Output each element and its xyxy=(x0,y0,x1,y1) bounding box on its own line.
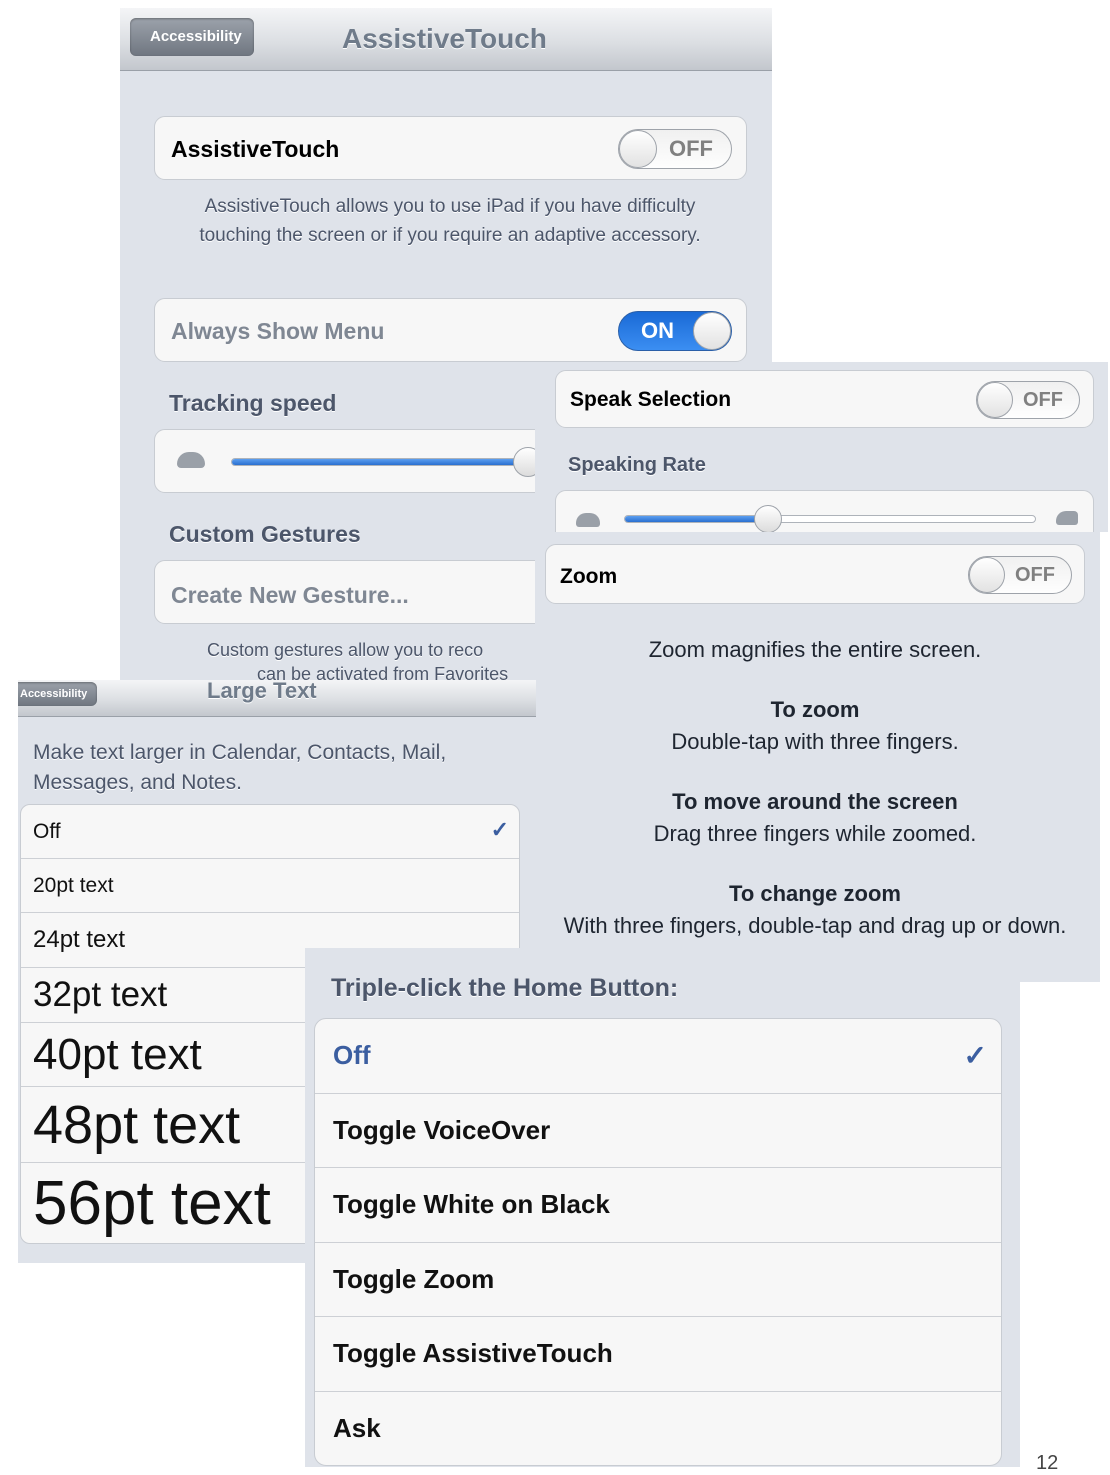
triple-click-option-label: Ask xyxy=(333,1412,381,1443)
switch-state: ON xyxy=(641,318,674,343)
speak-selection-label: Speak Selection xyxy=(570,388,732,411)
switch-state: OFF xyxy=(1015,563,1055,586)
large-text-navbar: Accessibility Large Text xyxy=(18,680,536,717)
speak-selection-panel: Speak Selection OFF Speaking Rate xyxy=(535,362,1108,532)
assistivetouch-toggle-label: AssistiveTouch xyxy=(171,136,340,162)
zoom-switch[interactable]: OFF xyxy=(968,556,1072,594)
zoom-heading-change: To change zoom xyxy=(729,881,901,906)
checkmark-icon: ✓ xyxy=(490,817,509,842)
triple-click-header: Triple-click the Home Button: xyxy=(331,974,679,1002)
large-text-option[interactable]: 20pt text xyxy=(21,859,519,913)
large-text-description: Make text larger in Calendar, Contacts, … xyxy=(33,741,447,794)
assistivetouch-description: AssistiveTouch allows you to use iPad if… xyxy=(199,196,701,246)
tortoise-icon xyxy=(576,513,600,527)
zoom-heading-move: To move around the screen xyxy=(672,789,958,814)
assistivetouch-switch[interactable]: OFF xyxy=(618,129,732,169)
assistivetouch-toggle-row: AssistiveTouch OFF xyxy=(154,116,747,180)
zoom-heading-to-zoom: To zoom xyxy=(770,697,860,722)
triple-click-option[interactable]: Toggle Zoom xyxy=(315,1243,1001,1317)
triple-click-option[interactable]: Toggle White on Black xyxy=(315,1168,1001,1243)
large-text-option-label: 20pt text xyxy=(33,873,114,897)
large-text-option-label: 32pt text xyxy=(33,975,168,1014)
slider-fill xyxy=(625,516,770,522)
checkmark-icon: ✓ xyxy=(963,1040,987,1071)
accessibility-back-button[interactable]: Accessibility xyxy=(130,18,254,56)
tortoise-icon xyxy=(177,452,205,468)
triple-click-option-label: Off xyxy=(333,1040,371,1071)
hare-icon xyxy=(1056,511,1078,525)
zoom-help-text: Zoom magnifies the entire screen. To zoo… xyxy=(535,634,1100,942)
large-text-option-label: 40pt text xyxy=(33,1029,202,1079)
speak-selection-row: Speak Selection OFF xyxy=(555,370,1094,428)
large-text-option[interactable]: Off ✓ xyxy=(21,805,519,859)
switch-knob xyxy=(977,382,1013,418)
zoom-label: Zoom xyxy=(560,565,618,588)
triple-click-option-label: Toggle White on Black xyxy=(333,1189,610,1220)
zoom-text-move: Drag three fingers while zoomed. xyxy=(653,821,977,846)
always-show-menu-label: Always Show Menu xyxy=(171,318,385,344)
triple-click-panel: Triple-click the Home Button: Off ✓ Toggle… xyxy=(305,948,1020,1467)
always-show-menu-switch[interactable]: ON xyxy=(618,311,732,351)
speak-selection-switch[interactable]: OFF xyxy=(976,381,1080,419)
speaking-rate-slider[interactable] xyxy=(624,515,1036,523)
switch-state: OFF xyxy=(1023,388,1063,411)
triple-click-options: Off ✓ Toggle VoiceOver Toggle White on Blac… xyxy=(314,1018,1002,1466)
zoom-row: Zoom OFF xyxy=(545,544,1085,604)
triple-click-option[interactable]: Toggle AssistiveTouch xyxy=(315,1317,1001,1392)
switch-state: OFF xyxy=(669,136,713,161)
zoom-intro: Zoom magnifies the entire screen. xyxy=(648,637,982,662)
page-number: 12 xyxy=(1036,1452,1059,1474)
tracking-speed-header: Tracking speed xyxy=(169,390,337,416)
switch-knob xyxy=(693,312,731,350)
triple-click-option-label: Toggle AssistiveTouch xyxy=(333,1338,613,1369)
large-text-option-label: 24pt text xyxy=(33,926,126,953)
custom-gestures-header: Custom Gestures xyxy=(169,521,361,547)
speaking-rate-row xyxy=(555,490,1094,532)
zoom-panel: Zoom OFF Zoom magnifies the entire scree… xyxy=(535,532,1100,982)
switch-knob xyxy=(619,130,657,168)
assistivetouch-navbar: Accessibility AssistiveTouch xyxy=(120,8,772,71)
gestures-footnote: Custom gestures allow you to reco xyxy=(207,640,484,660)
speaking-rate-thumb[interactable] xyxy=(754,505,783,532)
assistivetouch-title: AssistiveTouch xyxy=(342,23,547,54)
large-text-title: Large Text xyxy=(207,680,317,703)
speaking-rate-header: Speaking Rate xyxy=(568,454,706,476)
slider-fill xyxy=(232,459,529,465)
triple-click-option[interactable]: Ask xyxy=(315,1392,1001,1466)
triple-click-option-label: Toggle VoiceOver xyxy=(333,1114,551,1145)
triple-click-option-label: Toggle Zoom xyxy=(333,1263,495,1294)
accessibility-back-button[interactable]: Accessibility xyxy=(18,682,98,706)
always-show-menu-row: Always Show Menu ON xyxy=(154,298,747,362)
zoom-text-to-zoom: Double-tap with three fingers. xyxy=(671,729,959,754)
large-text-option-label: 56pt text xyxy=(33,1169,271,1238)
triple-click-option[interactable]: Off ✓ xyxy=(315,1019,1001,1094)
create-gesture-label: Create New Gesture... xyxy=(171,582,409,608)
switch-knob xyxy=(969,557,1005,593)
large-text-option-label: Off xyxy=(33,819,61,843)
triple-click-option[interactable]: Toggle VoiceOver xyxy=(315,1094,1001,1168)
large-text-option-label: 48pt text xyxy=(33,1094,241,1155)
zoom-text-change: With three fingers, double-tap and drag … xyxy=(563,913,1067,938)
